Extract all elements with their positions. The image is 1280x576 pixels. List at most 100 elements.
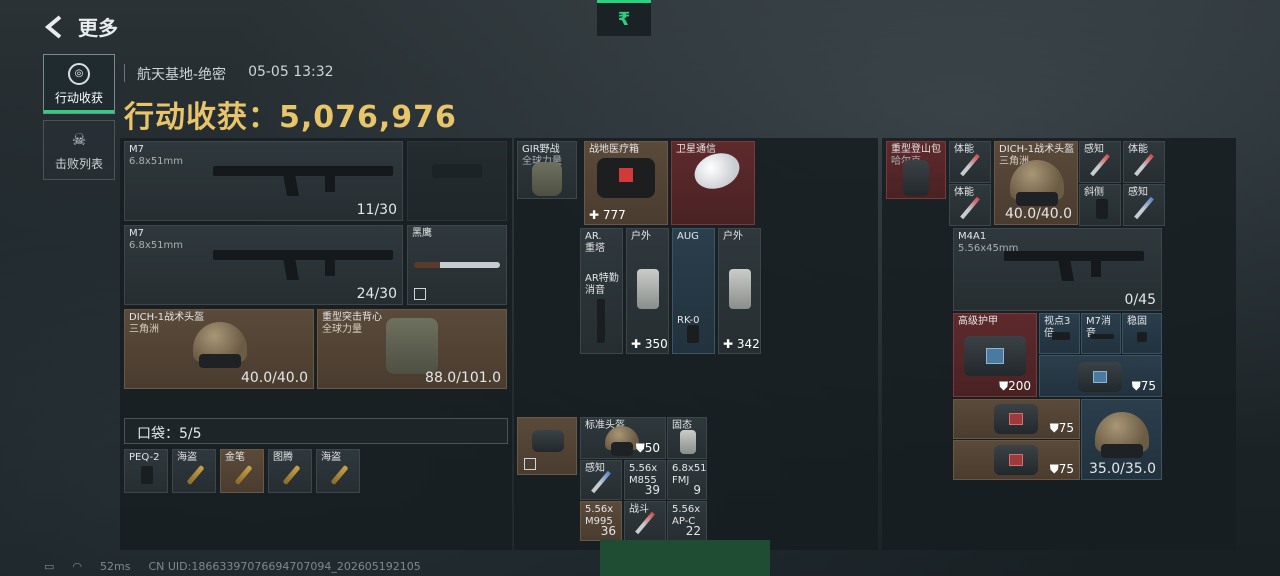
container-item[interactable]: 固态 [667, 417, 707, 459]
item-slot[interactable]: AUG RK-0 [672, 228, 715, 354]
container-item[interactable]: 标准头盔 ⛊50 [580, 417, 666, 459]
small-item[interactable]: 感知 [1079, 141, 1121, 183]
satcom-slot[interactable]: 卫星通信 [671, 141, 755, 225]
lock-icon [414, 288, 426, 300]
rig-icon [532, 162, 562, 196]
pocket-item[interactable]: 图腾 [268, 449, 312, 493]
helmet-durability: 40.0/40.0 [240, 370, 308, 386]
medkit-icon [597, 158, 655, 198]
drive-icon [680, 430, 696, 454]
case-slot[interactable]: 户外 ✚ 350 [626, 228, 669, 354]
pen-icon [234, 464, 253, 486]
weapon-slot-1[interactable]: M7 6.8x51mm 11/30 [124, 141, 403, 221]
case-slot[interactable]: 户外 ✚ 342 [718, 228, 761, 354]
bag-item[interactable]: ⛊75 [953, 440, 1080, 480]
item-name: AR特勤 消音 [585, 273, 619, 296]
tab-haul-label: 行动收获 [54, 90, 103, 105]
armor-icon [964, 336, 1026, 376]
container-item[interactable]: 5.56x AP-C 22 [667, 501, 707, 541]
helmet-icon [605, 426, 639, 456]
helmet-slot[interactable]: DICH-1战术头盔 三角洲 40.0/40.0 [994, 141, 1078, 225]
small-item[interactable]: 体能 [949, 141, 991, 183]
armor-slot[interactable]: 高级护甲 ⛊200 [953, 313, 1037, 397]
item-value: ⛊75 [1131, 379, 1156, 393]
rifle-slot[interactable]: M4A1 5.56x45mm 0/45 [953, 228, 1162, 311]
item-value: ⛊75 [1049, 462, 1074, 476]
item-value: ⛊50 [635, 441, 660, 455]
pistol-icon [432, 164, 482, 178]
small-item[interactable]: 体能 [1123, 141, 1165, 183]
item-name: 感知 [585, 463, 605, 474]
lock-icon [524, 458, 536, 470]
medkit-name: 战地医疗箱 [589, 144, 639, 155]
currency-tab[interactable]: ₹ [597, 0, 651, 36]
pistol-slot[interactable] [407, 141, 507, 221]
back-label: 更多 [78, 16, 118, 40]
medkit-value-text: 777 [602, 208, 626, 222]
helmet-icon [1095, 412, 1149, 458]
item-name: 斜侧 [1084, 187, 1104, 198]
bag-item[interactable]: ⛊75 [1039, 355, 1162, 397]
case-icon [637, 269, 659, 309]
pocket-item[interactable]: PEQ-2 [124, 449, 168, 493]
item-name: 图腾 [273, 452, 293, 463]
container-item[interactable]: 5.56x M995 36 [580, 501, 622, 541]
attachment-slot[interactable]: 稳固 [1122, 313, 1162, 354]
weapon-slot-2[interactable]: M7 6.8x51mm 24/30 [124, 225, 403, 305]
match-meta: 航天基地-绝密 05-05 13:32 [124, 64, 334, 84]
syringe-icon [960, 153, 980, 177]
back-button[interactable]: 更多 [44, 12, 118, 41]
helmet-slot[interactable]: DICH-1战术头盔 三角洲 40.0/40.0 [124, 309, 314, 389]
case-value: ✚ 342 [723, 337, 760, 351]
rifle-icon [213, 166, 393, 192]
helmet-name: DICH-1战术头盔 [999, 144, 1075, 155]
rig-slot[interactable]: GIR野战 全球力量 [517, 141, 577, 199]
medkit-value: ✚ 777 [589, 208, 626, 222]
weapon-name: M7 [129, 228, 144, 239]
rifle-icon [213, 250, 393, 276]
container-item[interactable]: 感知 [580, 460, 622, 500]
pocket-item[interactable]: 海盗 [316, 449, 360, 493]
backpack-slot[interactable]: 重型登山包 哈尔克 [886, 141, 946, 199]
armor-value: ⛊200 [999, 379, 1031, 393]
item-name: AUG [677, 231, 699, 242]
small-item[interactable]: 斜侧 [1079, 184, 1121, 226]
chevron-left-icon [44, 14, 62, 39]
item-name: 体能 [1128, 144, 1148, 155]
container-item[interactable]: 6.8x51 FMJ 9 [667, 460, 707, 500]
grip-icon [1096, 199, 1108, 219]
totem-icon [282, 464, 301, 486]
attachment-slot[interactable]: M7消音 [1081, 313, 1121, 354]
helmet-sub: 三角洲 [129, 324, 159, 335]
small-item[interactable]: 感知 [1123, 184, 1165, 226]
item-slot[interactable]: AR. 重塔 AR特勤 消音 [580, 228, 623, 354]
rig-name: GIR野战 [522, 144, 560, 155]
currency-icon: ₹ [617, 9, 631, 30]
medkit-slot[interactable]: 战地医疗箱 ✚ 777 [584, 141, 668, 225]
armor-durability: 88.0/101.0 [425, 370, 501, 386]
item-value-text: 50 [644, 441, 660, 455]
container-icon [532, 430, 564, 452]
attachment-slot[interactable]: 视点3倍 [1039, 313, 1080, 354]
haul-value: 5,076,976 [279, 100, 457, 135]
armor-slot[interactable]: 重型突击背心 全球力量 88.0/101.0 [317, 309, 507, 389]
item-name: 稳固 [1127, 316, 1147, 327]
pocket-item[interactable]: 海盗 [172, 449, 216, 493]
tab-defeat-label: 击败列表 [54, 156, 103, 171]
melee-slot[interactable]: 黑鹰 [407, 225, 507, 305]
small-item[interactable]: 体能 [949, 184, 991, 226]
container-item[interactable]: 战斗 [624, 501, 666, 541]
bag-item[interactable]: ⛊75 [953, 399, 1080, 439]
tab-haul[interactable]: ◎ 行动收获 [43, 54, 115, 114]
tab-defeat-list[interactable]: ☠ 击败列表 [43, 120, 115, 180]
secure-container-slot[interactable] [517, 417, 577, 475]
ping: 52ms [100, 560, 131, 573]
ammo-icon [330, 464, 349, 486]
grip-icon [687, 325, 699, 343]
container-item[interactable]: 5.56x M855 39 [624, 460, 666, 500]
ammo-icon [186, 464, 205, 486]
helmet-slot-2[interactable]: 35.0/35.0 [1081, 399, 1162, 480]
syringe-icon [1134, 153, 1154, 177]
helmet-durability: 40.0/40.0 [1004, 206, 1072, 222]
pocket-item[interactable]: 金笔 [220, 449, 264, 493]
